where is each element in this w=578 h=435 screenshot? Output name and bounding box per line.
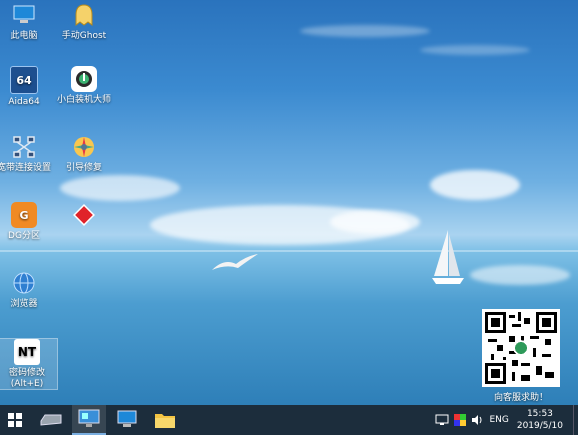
- taskbar-monitor-button[interactable]: [72, 405, 106, 435]
- icon-label: 引导修复: [65, 163, 102, 173]
- desktop-icon-this-pc[interactable]: 此电脑: [0, 2, 54, 42]
- clock[interactable]: 15:53 2019/5/10: [517, 408, 563, 432]
- network-status-icon[interactable]: [435, 414, 449, 426]
- start-button[interactable]: [0, 405, 30, 435]
- windows-logo-icon: [8, 413, 22, 427]
- drive-icon: [40, 414, 62, 426]
- red-diamond-icon: [71, 202, 97, 228]
- qr-code: [482, 309, 560, 387]
- icon-label: 此电脑: [10, 31, 38, 41]
- icon-label: 密码修改 (Alt+E): [8, 368, 45, 389]
- language-indicator[interactable]: ENG: [489, 415, 508, 425]
- desktop: 此电脑 手动Ghost 64 Aida64 小白装机大师 宽带连接设置 引导修复…: [0, 0, 578, 405]
- system-tray: ENG 15:53 2019/5/10: [435, 405, 578, 435]
- icon-label: 手动Ghost: [61, 31, 107, 41]
- icon-label: Aida64: [8, 97, 40, 107]
- boot-repair-icon: [71, 134, 97, 160]
- taskbar-drive-button[interactable]: [34, 405, 68, 435]
- desktop-icon-xiaobai[interactable]: 小白装机大师: [54, 66, 114, 106]
- desktop-icon-manual-ghost[interactable]: 手动Ghost: [54, 2, 114, 42]
- desktop-icon-boot-repair[interactable]: 引导修复: [54, 134, 114, 174]
- icon-label: 小白装机大师: [56, 95, 111, 105]
- network-icon: [11, 134, 37, 160]
- monitor-icon: [78, 409, 100, 427]
- icon-label: 宽带连接设置: [0, 163, 51, 173]
- folder-icon: [155, 414, 175, 428]
- seagull-image: [212, 254, 258, 270]
- clock-time: 15:53: [526, 409, 553, 419]
- desktop-icon-red-tool[interactable]: [54, 202, 114, 231]
- password-tool-icon: NT: [14, 339, 40, 365]
- icon-label: DG分区: [8, 231, 40, 241]
- icon-label: 浏览器: [10, 299, 38, 309]
- taskbar-computer-button[interactable]: [110, 405, 144, 435]
- taskbar: ENG 15:53 2019/5/10: [0, 405, 578, 435]
- volume-icon[interactable]: [471, 414, 483, 426]
- installer-icon: [71, 66, 97, 92]
- desktop-icon-diskgenius[interactable]: G DG分区: [0, 202, 54, 242]
- clock-date: 2019/5/10: [516, 421, 563, 431]
- desktop-icon-aida64[interactable]: 64 Aida64: [0, 66, 54, 108]
- browser-icon: [11, 270, 37, 296]
- diskgenius-icon: G: [11, 202, 37, 228]
- desktop-icon-network[interactable]: 宽带连接设置: [0, 134, 54, 174]
- computer-icon: [11, 2, 37, 28]
- color-app-icon[interactable]: [454, 414, 467, 426]
- aida64-icon: 64: [10, 66, 38, 94]
- show-desktop-button[interactable]: [573, 405, 578, 435]
- computer-icon: [117, 410, 137, 427]
- sailboat-image: [432, 230, 464, 284]
- ghost-icon: [71, 2, 97, 28]
- desktop-icon-browser[interactable]: 浏览器: [0, 270, 54, 310]
- taskbar-folder-button[interactable]: [148, 405, 182, 435]
- qr-caption: 向客服求助！: [493, 393, 548, 403]
- desktop-icon-password-tool[interactable]: NT 密码修改 (Alt+E): [0, 338, 58, 390]
